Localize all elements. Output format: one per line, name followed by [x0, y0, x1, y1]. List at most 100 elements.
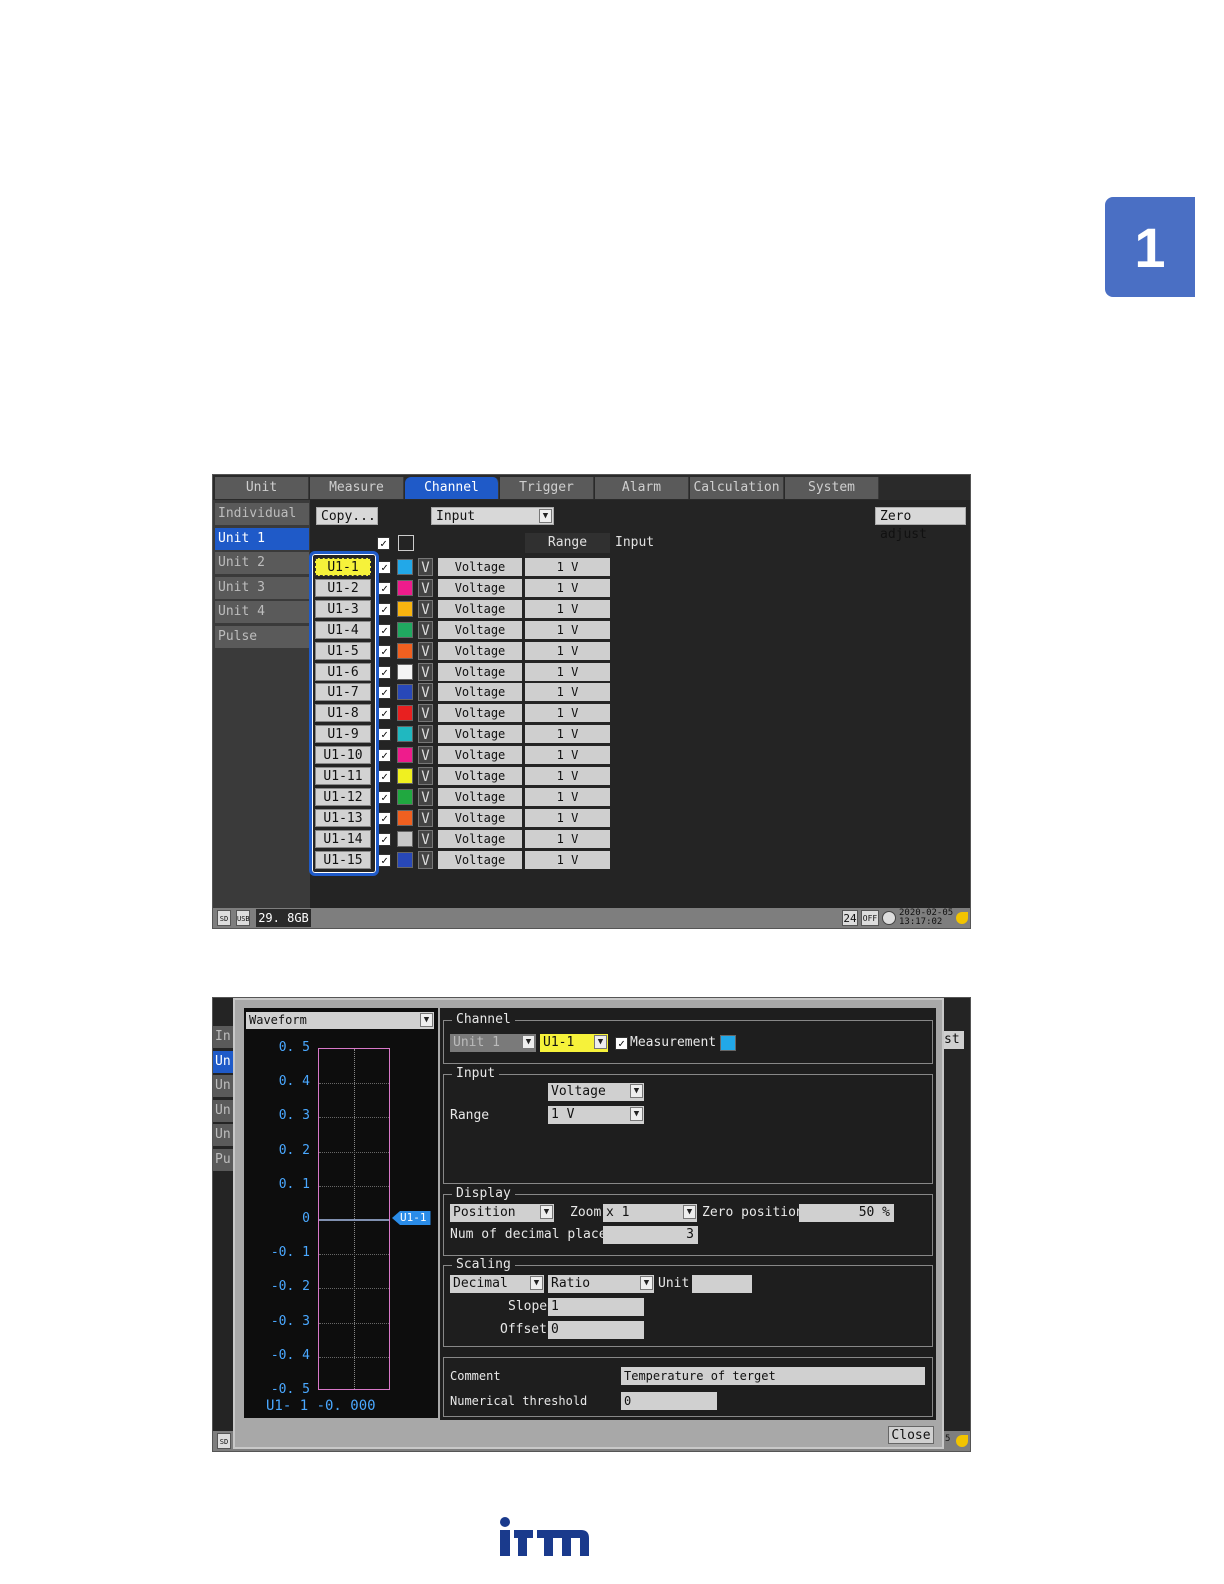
range-cell[interactable]: 1 V: [525, 579, 610, 597]
range-cell[interactable]: 1 V: [525, 663, 610, 681]
input-type-cell[interactable]: Voltage: [438, 600, 522, 618]
slope-input[interactable]: 1: [548, 1298, 644, 1316]
channel-color-swatch[interactable]: [397, 810, 413, 826]
input-type-cell[interactable]: Voltage: [438, 809, 522, 827]
channel-enable-checkbox[interactable]: ✓: [378, 707, 391, 720]
channel-color-swatch[interactable]: [397, 789, 413, 805]
copy-button[interactable]: Copy...: [316, 507, 378, 525]
range-cell[interactable]: 1 V: [525, 746, 610, 764]
sidebar-item-unit-1[interactable]: Unit 1: [215, 527, 309, 550]
input-type-cell[interactable]: Voltage: [438, 851, 522, 869]
range-cell[interactable]: 1 V: [525, 725, 610, 743]
input-type-cell[interactable]: Voltage: [438, 663, 522, 681]
input-type-cell[interactable]: Voltage: [438, 830, 522, 848]
range-cell[interactable]: 1 V: [525, 600, 610, 618]
channel-enable-checkbox[interactable]: ✓: [378, 582, 391, 595]
range-cell[interactable]: 1 V: [525, 851, 610, 869]
range-cell[interactable]: 1 V: [525, 788, 610, 806]
comment-input[interactable]: Temperature of terget: [621, 1367, 925, 1385]
tab-alarm[interactable]: Alarm: [595, 477, 689, 499]
input-type-cell[interactable]: Voltage: [438, 704, 522, 722]
input-type-cell[interactable]: Voltage: [438, 642, 522, 660]
channel-enable-checkbox[interactable]: ✓: [378, 666, 391, 679]
channel-color-swatch[interactable]: [397, 664, 413, 680]
range-cell[interactable]: 1 V: [525, 558, 610, 576]
zero-adjust-button[interactable]: Zero adjust: [875, 507, 966, 542]
channel-color-swatch[interactable]: [397, 559, 413, 575]
range-cell[interactable]: 1 V: [525, 767, 610, 785]
waveform-select[interactable]: Waveform ▼: [246, 1012, 434, 1029]
range-cell[interactable]: 1 V: [525, 621, 610, 639]
sidebar-item-unit-2[interactable]: Unit 2: [215, 552, 309, 574]
channel-color-swatch[interactable]: [397, 747, 413, 763]
channel-color-swatch[interactable]: [397, 768, 413, 784]
unit-select[interactable]: Unit 1 ▼: [450, 1034, 536, 1052]
channel-color-swatch[interactable]: [397, 831, 413, 847]
channel-select[interactable]: U1-1 ▼: [540, 1034, 608, 1052]
channel-enable-checkbox[interactable]: ✓: [378, 624, 391, 637]
display-mode-select[interactable]: Position ▼: [450, 1204, 554, 1222]
scaling-mode-select[interactable]: Ratio ▼: [548, 1275, 654, 1293]
channel-enable-checkbox[interactable]: ✓: [378, 728, 391, 741]
tab-trigger[interactable]: Trigger: [500, 477, 594, 499]
input-type-cell[interactable]: Voltage: [438, 788, 522, 806]
channel-color-swatch[interactable]: [397, 643, 413, 659]
tab-calculation[interactable]: Calculation: [690, 477, 784, 499]
zero-position-input[interactable]: 50 %: [799, 1204, 894, 1222]
channel-enable-checkbox[interactable]: ✓: [378, 645, 391, 658]
range-cell[interactable]: 1 V: [525, 683, 610, 701]
input-type-cell[interactable]: Voltage: [438, 621, 522, 639]
sidebar-item-individual[interactable]: Individual: [215, 503, 309, 525]
view-select[interactable]: Input ▼: [431, 507, 554, 525]
channel-enable-checkbox[interactable]: ✓: [378, 791, 391, 804]
tab-system[interactable]: System: [785, 477, 879, 499]
measurement-color-swatch[interactable]: [720, 1035, 736, 1051]
tab-channel[interactable]: Channel: [405, 477, 499, 499]
channel-enable-checkbox[interactable]: ✓: [378, 812, 391, 825]
offset-input[interactable]: 0: [548, 1321, 644, 1339]
tab-measure[interactable]: Measure: [310, 477, 404, 499]
input-type-cell[interactable]: Voltage: [438, 767, 522, 785]
zoom-select[interactable]: x 1 ▼: [603, 1204, 697, 1222]
input-type-cell[interactable]: Voltage: [438, 558, 522, 576]
channel-enable-checkbox[interactable]: ✓: [378, 686, 391, 699]
channel-enable-checkbox[interactable]: ✓: [378, 749, 391, 762]
deselect-all-checkbox[interactable]: [398, 535, 414, 551]
tab-unit[interactable]: Unit: [215, 477, 309, 499]
channel-enable-checkbox[interactable]: ✓: [378, 603, 391, 616]
channel-color-swatch[interactable]: [397, 726, 413, 742]
scaling-format-select[interactable]: Decimal ▼: [450, 1275, 544, 1293]
range-cell[interactable]: 1 V: [525, 704, 610, 722]
input-type-select[interactable]: Voltage ▼: [548, 1083, 644, 1101]
channel-color-swatch[interactable]: [397, 852, 413, 868]
range-cell[interactable]: 1 V: [525, 809, 610, 827]
input-type-cell[interactable]: Voltage: [438, 746, 522, 764]
channel-color-swatch[interactable]: [397, 684, 413, 700]
select-all-checkbox[interactable]: ✓: [377, 537, 390, 550]
sidebar-item-pulse[interactable]: Pulse: [215, 625, 309, 648]
sidebar-item-unit-4[interactable]: Unit 4: [215, 601, 309, 623]
decimal-input[interactable]: 3: [603, 1226, 698, 1244]
measurement-checkbox[interactable]: ✓: [615, 1037, 628, 1050]
channel-color-swatch[interactable]: [397, 622, 413, 638]
channel-enable-checkbox[interactable]: ✓: [378, 561, 391, 574]
input-type-cell[interactable]: Voltage: [438, 579, 522, 597]
channel-color-swatch[interactable]: [397, 601, 413, 617]
unit-label: Unit: [658, 1276, 690, 1291]
range-select[interactable]: 1 V ▼: [548, 1106, 644, 1124]
channel-enable-checkbox[interactable]: ✓: [378, 833, 391, 846]
range-cell[interactable]: 1 V: [525, 642, 610, 660]
channel-color-swatch[interactable]: [397, 580, 413, 596]
chevron-down-icon: ▼: [630, 1084, 643, 1098]
sidebar-item-unit-3[interactable]: Unit 3: [215, 576, 309, 599]
unit-input[interactable]: [692, 1275, 752, 1293]
input-type-cell[interactable]: Voltage: [438, 725, 522, 743]
threshold-input[interactable]: 0: [621, 1392, 717, 1410]
channel-color-swatch[interactable]: [397, 705, 413, 721]
input-type-cell[interactable]: Voltage: [438, 683, 522, 701]
range-cell[interactable]: 1 V: [525, 830, 610, 848]
channel-enable-checkbox[interactable]: ✓: [378, 854, 391, 867]
channel-enable-checkbox[interactable]: ✓: [378, 770, 391, 783]
close-button[interactable]: Close: [888, 1426, 934, 1444]
voltage-icon: V: [418, 621, 433, 639]
